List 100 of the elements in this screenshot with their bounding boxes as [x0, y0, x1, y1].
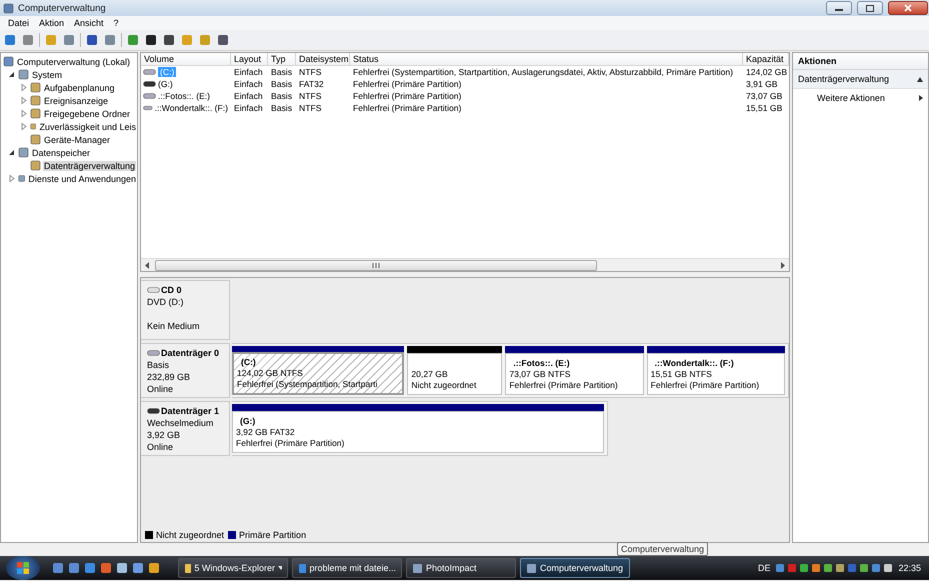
tray-icon[interactable] [883, 563, 894, 573]
tray-icon[interactable] [835, 563, 846, 573]
quick-launch-icon[interactable] [100, 562, 112, 574]
close-icon [904, 4, 912, 12]
quick-launch-icon[interactable] [84, 562, 96, 574]
taskbar-button[interactable]: PhotoImpact [406, 558, 516, 578]
disk-name: CD 0 [161, 284, 182, 296]
expanded-arrow-icon[interactable] [7, 70, 16, 79]
column-header[interactable]: Volume [141, 53, 231, 66]
disk-name: Datenträger 0 [161, 347, 220, 359]
app-icon [184, 562, 192, 574]
tree-item[interactable]: Geräte-Manager [43, 134, 112, 144]
table-cell-text: 15,51 GB [745, 103, 784, 113]
menu-item[interactable]: Datei [3, 18, 34, 28]
taskbar-button[interactable]: Computerverwaltung [520, 558, 630, 578]
partition-block[interactable]: .::Fotos::. (E:) 73,07 GB NTFS Fehlerfrei (Primäre Partition) [505, 353, 644, 395]
collapsed-arrow-icon[interactable] [7, 174, 16, 183]
column-header[interactable]: Typ [268, 53, 296, 66]
quick-launch-icon[interactable] [148, 562, 160, 574]
quick-launch-icon[interactable] [68, 562, 80, 574]
table-cell-text: Fehlerfrei (Primäre Partition) [352, 79, 462, 89]
windows-logo [16, 561, 30, 575]
legend-label: Primäre Partition [239, 530, 306, 540]
tray-icon[interactable] [871, 563, 882, 573]
disk-label-panel[interactable]: CD 0 DVD (D:) Kein Medium [141, 280, 230, 340]
table-cell-text: Basis [270, 67, 294, 77]
tree-item[interactable]: Freigegebene Ordner [43, 108, 132, 118]
disk-status: Online [147, 441, 174, 453]
grip-icon[interactable] [372, 262, 380, 268]
drive-icon [143, 104, 153, 112]
legend-label: Nicht zugeordnet [156, 530, 224, 540]
drive-label[interactable]: .::Fotos::. (E:) [158, 91, 210, 101]
language-indicator[interactable]: DE [758, 563, 770, 573]
quick-launch-icon[interactable] [116, 562, 128, 574]
actions-section[interactable]: Datenträgerverwaltung [793, 70, 928, 89]
node-icon [18, 173, 26, 184]
menu-item[interactable]: Aktion [34, 18, 70, 28]
disk-label-panel[interactable]: Datenträger 0 Basis 232,89 GB Online [141, 343, 230, 398]
table-cell-text: Einfach [233, 79, 264, 89]
horizontal-scrollbar[interactable] [141, 258, 789, 271]
disk-size: 232,89 GB [147, 371, 192, 383]
tray-icon[interactable] [859, 563, 870, 573]
disk-label-panel[interactable]: Datenträger 1 Wechselmedium 3,92 GB Online [141, 401, 230, 456]
actions-header: Aktionen [793, 53, 928, 70]
table-cell-text: Einfach [233, 67, 264, 77]
tree-item[interactable]: Datenspeicher [31, 148, 92, 158]
column-header[interactable]: Kapazität [743, 53, 789, 66]
collapse-arrow-icon[interactable] [917, 76, 923, 82]
disk-status: Online [147, 383, 174, 395]
tree-item[interactable]: Aufgabenplanung [43, 82, 116, 92]
column-header[interactable]: Layout [231, 53, 268, 66]
clock[interactable]: 22:35 [898, 563, 921, 573]
taskbar-button[interactable]: probleme mit dateie... [292, 558, 402, 578]
drive-icon [147, 349, 160, 357]
column-header[interactable]: Dateisystem [296, 53, 350, 66]
partition-block[interactable]: .::Wondertalk::. (F:) 15,51 GB NTFS Fehlerfrei (Primäre Partition) [646, 353, 786, 395]
menu-item[interactable]: ? [108, 18, 124, 28]
collapsed-arrow-icon[interactable] [19, 109, 28, 118]
disk-type: Basis [147, 359, 170, 371]
tree-item[interactable]: Computerverwaltung (Lokal) [16, 56, 132, 66]
drive-label[interactable]: (G:) [158, 79, 173, 89]
table-cell-text: 3,91 GB [745, 79, 779, 89]
partition-block[interactable]: 20,27 GB Nicht zugeordnet [407, 353, 502, 395]
drive-label[interactable]: .::Wondertalk::. (F:) [154, 103, 228, 113]
app-icon [298, 562, 306, 574]
tree-item[interactable]: Dienste und Anwendungen [27, 174, 137, 184]
close-button[interactable] [888, 1, 928, 15]
disk-status: Kein Medium [147, 320, 201, 332]
quick-launch-icon[interactable] [132, 562, 144, 574]
tree-item[interactable]: Ereignisanzeige [43, 96, 110, 106]
maximize-button[interactable] [857, 1, 883, 15]
node-icon [30, 108, 41, 119]
collapsed-arrow-icon[interactable] [19, 122, 28, 131]
expanded-arrow-icon[interactable] [7, 148, 16, 157]
collapsed-arrow-icon[interactable] [19, 96, 28, 105]
tray-icon[interactable] [799, 563, 810, 573]
tree-item[interactable]: Datenträgerverwaltung [43, 160, 136, 170]
quick-launch-icon[interactable] [52, 562, 64, 574]
tray-icon[interactable] [823, 563, 834, 573]
column-header[interactable]: Status [350, 53, 743, 66]
drive-icon [147, 407, 160, 415]
disk-size: 3,92 GB [147, 429, 182, 441]
menu-item[interactable]: Ansicht [69, 18, 109, 28]
tree-item[interactable]: Zuverlässigkeit und Leis [38, 122, 137, 132]
action-item[interactable]: Weitere Aktionen [793, 89, 928, 107]
tooltip: Computerverwaltung [617, 542, 708, 556]
partition-block[interactable]: (G:) 3,92 GB FAT32 Fehlerfrei (Primäre Partition) [232, 411, 604, 453]
partition-block[interactable]: (C:) 124,02 GB NTFS Fehlerfrei (Systempartition, Startparti [232, 352, 404, 395]
tree-item[interactable]: System [31, 70, 64, 80]
scroll-right-icon[interactable] [780, 262, 786, 268]
maximize-icon [866, 4, 874, 12]
start-button[interactable] [6, 556, 40, 580]
table-cell-text: 73,07 GB [745, 91, 784, 101]
scroll-left-icon[interactable] [144, 262, 150, 268]
node-icon [30, 134, 41, 145]
tray-icon[interactable] [811, 563, 822, 573]
collapsed-arrow-icon[interactable] [19, 83, 28, 92]
tray-icon[interactable] [775, 563, 786, 573]
minimize-button[interactable] [826, 1, 852, 15]
taskbar-button[interactable]: 5 Windows-Explorer [178, 558, 288, 578]
